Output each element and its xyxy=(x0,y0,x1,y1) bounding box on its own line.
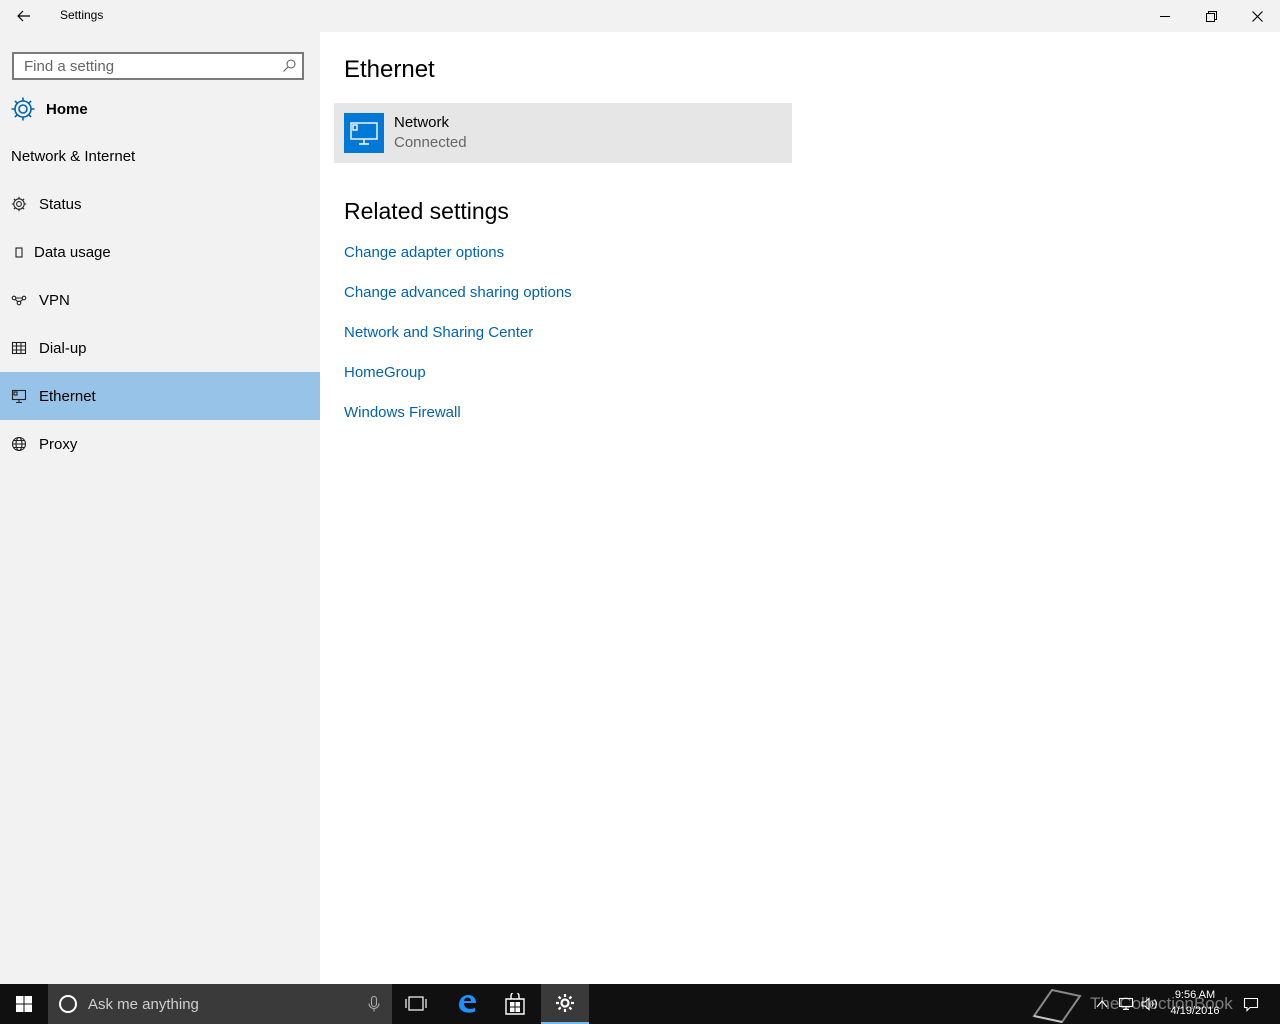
sidebar-item-ethernet[interactable]: Ethernet xyxy=(0,372,320,420)
dial-up-icon xyxy=(11,340,27,356)
store-icon xyxy=(505,993,525,1015)
settings-window: Settings Find a setting Home Network & I… xyxy=(0,0,1280,984)
action-center-button[interactable] xyxy=(1240,984,1262,1024)
book-icon xyxy=(1032,988,1082,1024)
start-button[interactable] xyxy=(0,984,48,1024)
link-change-adapter-options[interactable]: Change adapter options xyxy=(344,244,504,261)
clock-date: 4/19/2016 xyxy=(1170,1005,1220,1017)
search-icon[interactable] xyxy=(283,59,296,77)
window-title: Settings xyxy=(60,8,104,22)
sidebar-item-label: VPN xyxy=(39,291,70,309)
title-bar: Settings xyxy=(0,0,1280,32)
search-box[interactable] xyxy=(12,52,304,80)
cortana-placeholder: Ask me anything xyxy=(88,995,199,1013)
link-network-and-sharing-center[interactable]: Network and Sharing Center xyxy=(344,324,533,341)
page-title: Ethernet xyxy=(344,56,435,83)
link-change-advanced-sharing-options[interactable]: Change advanced sharing options xyxy=(344,284,572,301)
main-content: Ethernet Network Connected Related setti… xyxy=(320,32,1280,984)
minimize-button[interactable] xyxy=(1142,0,1188,32)
section-title: Network & Internet xyxy=(11,148,136,165)
ethernet-monitor-icon xyxy=(344,113,384,153)
search-input[interactable] xyxy=(14,54,284,78)
minimize-icon xyxy=(1160,16,1170,17)
edge-icon xyxy=(459,995,476,1013)
volume-tray-button[interactable] xyxy=(1140,984,1160,1024)
back-arrow-icon xyxy=(17,10,30,22)
store-button[interactable] xyxy=(491,984,539,1024)
related-settings-heading: Related settings xyxy=(344,198,509,224)
task-view-button[interactable] xyxy=(392,984,440,1024)
sidebar-item-vpn[interactable]: VPN xyxy=(0,276,320,324)
sidebar-item-label: Ethernet xyxy=(39,387,96,405)
network-status: Connected xyxy=(394,134,467,151)
chevron-up-icon xyxy=(1096,1000,1108,1008)
clock-time: 9:56 AM xyxy=(1174,989,1216,1001)
taskbar: Ask me anything TheCollectionBook 9:56 A… xyxy=(0,984,1280,1024)
gear-icon xyxy=(11,196,27,212)
home-link[interactable]: Home xyxy=(10,94,310,124)
sidebar-item-status[interactable]: Status xyxy=(0,180,320,228)
network-tray-button[interactable] xyxy=(1116,984,1136,1024)
restore-icon xyxy=(1205,10,1217,22)
cortana-icon xyxy=(59,995,77,1013)
volume-icon xyxy=(1141,997,1157,1011)
sidebar-item-label: Dial-up xyxy=(39,339,87,357)
link-windows-firewall[interactable]: Windows Firewall xyxy=(344,404,461,421)
network-item[interactable]: Network Connected xyxy=(334,103,792,163)
settings-taskbar-button[interactable] xyxy=(541,984,589,1024)
sidebar-item-label: Status xyxy=(39,195,82,213)
taskbar-clock[interactable]: 9:56 AM 4/19/2016 xyxy=(1160,987,1230,1019)
cortana-search-box[interactable]: Ask me anything xyxy=(48,984,392,1024)
network-name: Network xyxy=(394,114,450,131)
sidebar: Home Network & Internet Status Data usag… xyxy=(0,32,320,984)
sidebar-item-proxy[interactable]: Proxy xyxy=(0,420,320,468)
back-button[interactable] xyxy=(0,0,48,32)
vpn-icon xyxy=(11,292,27,308)
task-view-icon xyxy=(405,996,427,1011)
close-button[interactable] xyxy=(1234,0,1280,32)
notification-icon xyxy=(1243,997,1259,1012)
show-hidden-icons-button[interactable] xyxy=(1092,984,1112,1024)
sidebar-item-dial-up[interactable]: Dial-up xyxy=(0,324,320,372)
edge-button[interactable] xyxy=(443,984,491,1024)
network-tray-icon xyxy=(1118,997,1134,1011)
gear-icon xyxy=(11,97,35,121)
sidebar-item-label: Proxy xyxy=(39,435,78,453)
windows-logo-icon xyxy=(16,996,32,1012)
settings-icon xyxy=(556,994,574,1012)
data-usage-icon xyxy=(11,244,27,260)
restore-button[interactable] xyxy=(1188,0,1234,32)
sidebar-item-label: Data usage xyxy=(34,243,111,261)
microphone-icon[interactable] xyxy=(368,996,380,1012)
close-icon xyxy=(1251,10,1263,22)
link-homegroup[interactable]: HomeGroup xyxy=(344,364,426,381)
globe-icon xyxy=(11,436,27,452)
ethernet-icon xyxy=(11,388,27,404)
home-label: Home xyxy=(46,100,88,118)
sidebar-item-data-usage[interactable]: Data usage xyxy=(0,228,320,276)
